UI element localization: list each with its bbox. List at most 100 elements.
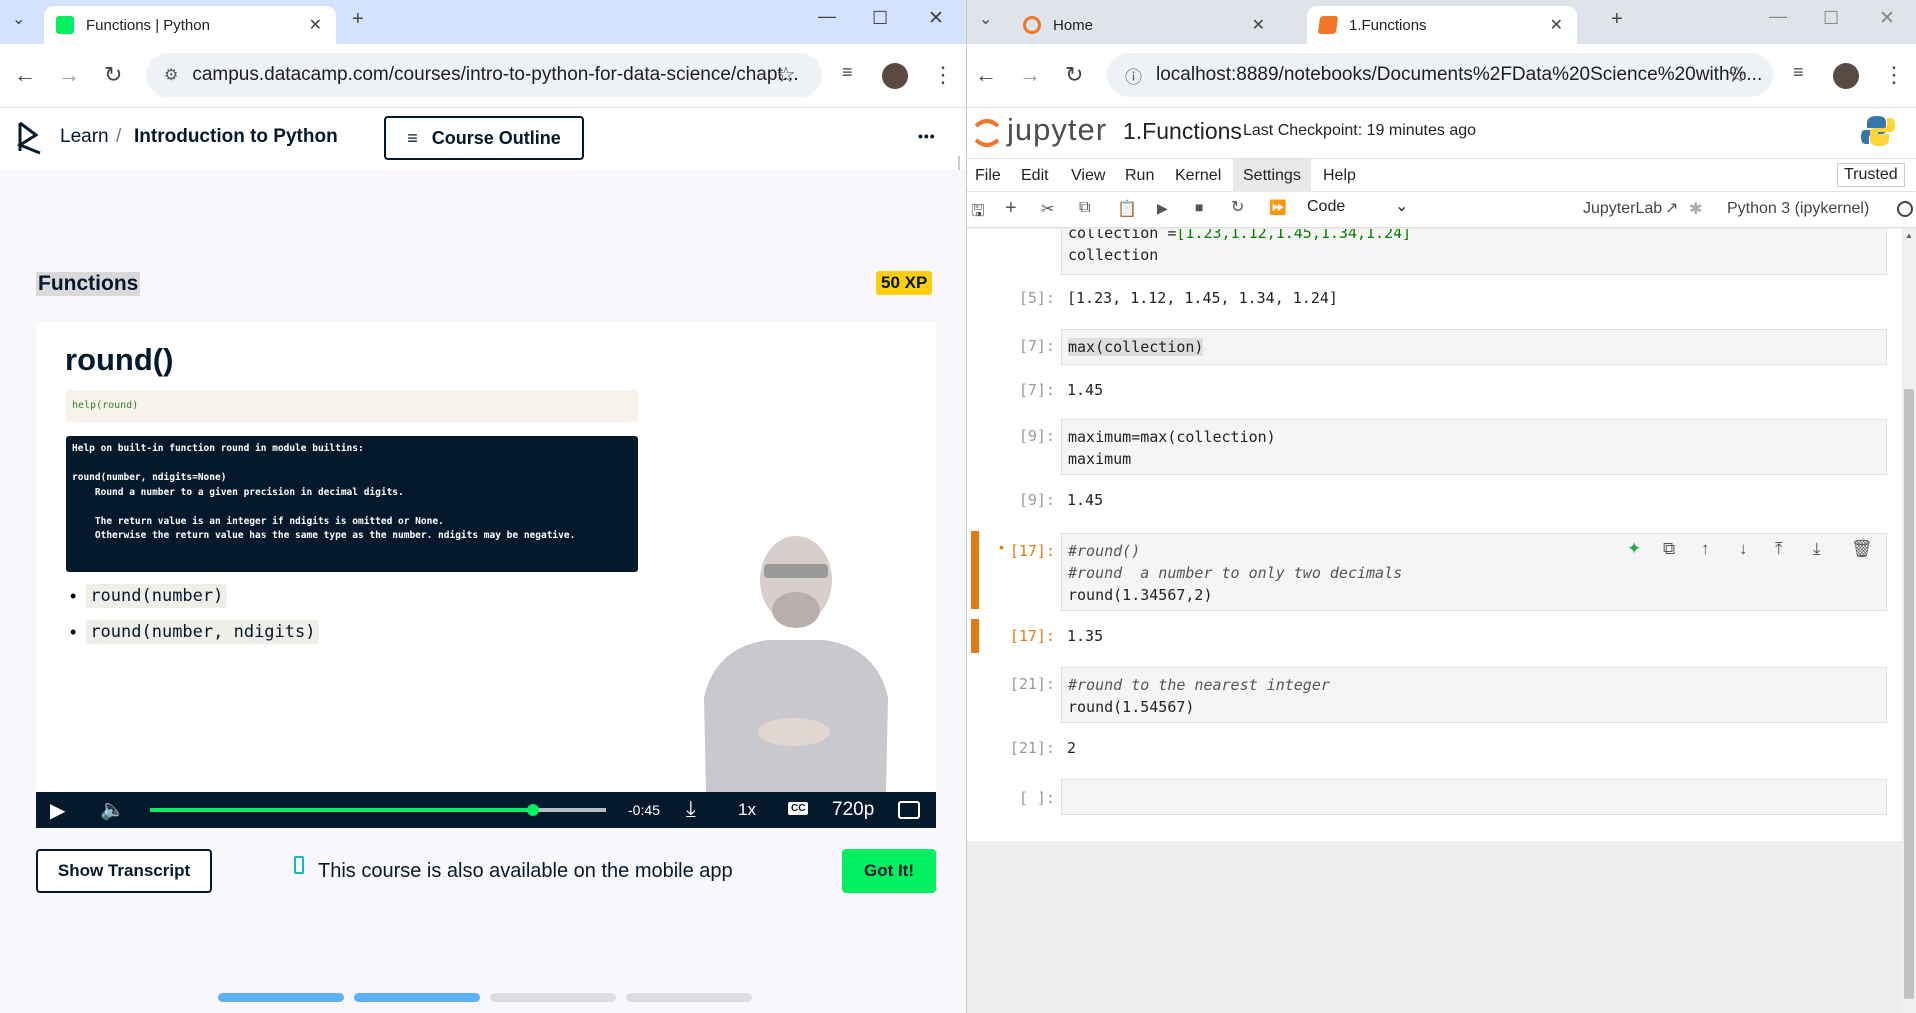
menu-view[interactable]: View bbox=[1071, 167, 1105, 185]
move-up-icon[interactable]: ↑ bbox=[1701, 539, 1710, 559]
site-info-icon[interactable]: ⚙ bbox=[164, 65, 178, 85]
code-cell-input[interactable]: maximum=max(collection) maximum bbox=[1061, 419, 1887, 475]
bookmark-star-icon[interactable]: ☆ bbox=[776, 62, 796, 88]
back-icon[interactable]: ← bbox=[975, 62, 997, 88]
close-tab-icon[interactable]: ✕ bbox=[309, 15, 322, 35]
scroll-up-arrow-icon[interactable]: ▲ bbox=[1905, 231, 1913, 240]
slide-progress-segment[interactable] bbox=[354, 993, 480, 1002]
learn-link[interactable]: Learn bbox=[60, 126, 109, 148]
duplicate-cell-icon[interactable]: ⧉ bbox=[1663, 539, 1675, 559]
browser-menu-icon[interactable]: ⋮ bbox=[932, 62, 954, 88]
maximize-icon[interactable]: ☐ bbox=[872, 8, 888, 29]
slide-progress-segment[interactable] bbox=[626, 993, 752, 1002]
slide-progress-segment[interactable] bbox=[218, 993, 344, 1002]
media-control-icon[interactable]: ≡ bbox=[842, 62, 853, 83]
course-outline-button[interactable]: ≡ Course Outline bbox=[384, 116, 584, 160]
insert-above-icon[interactable]: ⤒ bbox=[1775, 539, 1783, 559]
save-icon[interactable]: 🖫 bbox=[971, 200, 985, 227]
code-cell-input[interactable]: max(collection) bbox=[1061, 329, 1887, 365]
empty-code-cell[interactable] bbox=[1061, 779, 1887, 815]
close-tab-icon[interactable]: ✕ bbox=[1252, 15, 1265, 35]
restart-run-all-icon[interactable]: ⏩ bbox=[1269, 199, 1286, 216]
profile-avatar[interactable] bbox=[1833, 63, 1859, 89]
move-down-icon[interactable]: ↓ bbox=[1739, 539, 1748, 559]
menu-edit[interactable]: Edit bbox=[1021, 167, 1049, 185]
play-icon[interactable]: ▶ bbox=[50, 798, 65, 823]
video-scrubber-handle[interactable] bbox=[527, 804, 540, 816]
volume-icon[interactable]: 🔈 bbox=[100, 797, 125, 822]
datacamp-logo-icon[interactable] bbox=[16, 119, 46, 155]
debugger-icon[interactable]: ✱ bbox=[1689, 199, 1702, 219]
show-transcript-button[interactable]: Show Transcript bbox=[36, 849, 212, 893]
tab-strip: ⌄ Functions | Python ✕ + — ☐ ✕ bbox=[0, 0, 966, 44]
scroll-thumb[interactable] bbox=[1904, 389, 1914, 999]
forward-icon[interactable]: → bbox=[58, 62, 80, 88]
insert-cell-icon[interactable]: + bbox=[1005, 197, 1017, 220]
playback-speed[interactable]: 1x bbox=[738, 800, 756, 820]
close-window-icon[interactable]: ✕ bbox=[1879, 7, 1895, 30]
forward-icon[interactable]: → bbox=[1019, 62, 1041, 88]
media-control-icon[interactable]: ≡ bbox=[1793, 62, 1804, 83]
fullscreen-icon[interactable] bbox=[898, 801, 920, 819]
slide-progress-segment[interactable] bbox=[490, 993, 616, 1002]
jupyterlab-link[interactable]: JupyterLab bbox=[1583, 200, 1662, 218]
stop-icon[interactable]: ■ bbox=[1195, 199, 1203, 215]
menu-help[interactable]: Help bbox=[1323, 167, 1356, 185]
minimize-icon[interactable]: — bbox=[818, 6, 836, 27]
new-tab-icon[interactable]: + bbox=[352, 8, 364, 31]
back-icon[interactable]: ← bbox=[14, 62, 36, 88]
video-slide[interactable]: round() help(round) Help on built-in fun… bbox=[36, 322, 936, 792]
delete-cell-icon[interactable]: 🗑 bbox=[1851, 539, 1873, 559]
menu-settings[interactable]: Settings bbox=[1233, 159, 1311, 192]
browser-menu-icon[interactable]: ⋮ bbox=[1883, 62, 1905, 88]
notebook-name[interactable]: 1.Functions bbox=[1123, 118, 1242, 145]
menu-kernel[interactable]: Kernel bbox=[1175, 167, 1221, 185]
notebook-toolbar: 🖫 + ✂ ⧉ 📋 ▶ ■ ↻ ⏩ Code ⌄ JupyterLab ↗ ✱ … bbox=[967, 192, 1916, 228]
course-title[interactable]: Introduction to Python bbox=[134, 126, 338, 148]
code-cell-input[interactable]: #round to the nearest integer round(1.54… bbox=[1061, 667, 1887, 723]
bookmark-star-icon[interactable]: ☆ bbox=[1727, 62, 1747, 88]
video-progress-track[interactable] bbox=[150, 804, 606, 816]
external-link-icon[interactable]: ↗ bbox=[1665, 198, 1678, 218]
more-options-icon[interactable]: ••• bbox=[918, 128, 936, 144]
jupyter-logo-text[interactable]: jupyter bbox=[1007, 112, 1107, 148]
tab-search-icon[interactable]: ⌄ bbox=[979, 9, 992, 29]
code-cell-input[interactable]: collection =[1.23,1.12,1.45,1.34,1.24] c… bbox=[1061, 229, 1887, 275]
url-bar[interactable]: ⚙ campus.datacamp.com/courses/intro-to-p… bbox=[146, 53, 822, 97]
url-bar[interactable]: ⓘ localhost:8889/notebooks/Documents%2FD… bbox=[1107, 53, 1773, 97]
copy-icon[interactable]: ⧉ bbox=[1079, 199, 1090, 217]
reload-icon[interactable]: ↻ bbox=[104, 62, 122, 88]
cell-type-select[interactable]: Code ⌄ bbox=[1307, 198, 1408, 222]
new-tab-icon[interactable]: + bbox=[1611, 8, 1623, 31]
reload-icon[interactable]: ↻ bbox=[1065, 62, 1083, 88]
menu-file[interactable]: File bbox=[975, 167, 1001, 185]
paste-icon[interactable]: 📋 bbox=[1117, 199, 1137, 219]
site-info-icon[interactable]: ⓘ bbox=[1125, 63, 1142, 88]
captions-button[interactable]: CC bbox=[788, 802, 809, 815]
quality-selector[interactable]: 720p bbox=[832, 799, 874, 821]
tab-1-functions[interactable]: 1.Functions ✕ bbox=[1307, 6, 1577, 44]
run-icon[interactable]: ▶ bbox=[1157, 200, 1168, 217]
trusted-indicator[interactable]: Trusted bbox=[1837, 163, 1905, 187]
tab-functions-python[interactable]: Functions | Python ✕ bbox=[44, 6, 336, 44]
insert-below-icon[interactable]: ⤓ bbox=[1813, 539, 1821, 559]
download-icon[interactable]: ⤓ bbox=[686, 796, 696, 822]
tab-home[interactable]: Home ✕ bbox=[1011, 6, 1279, 44]
tab-search-icon[interactable]: ⌄ bbox=[12, 9, 25, 29]
tab-title: Functions | Python bbox=[86, 16, 210, 34]
got-it-button[interactable]: Got It! bbox=[842, 849, 936, 893]
jupyter-logo-icon[interactable] bbox=[973, 112, 1001, 152]
cut-icon[interactable]: ✂ bbox=[1041, 199, 1054, 219]
profile-avatar[interactable] bbox=[882, 63, 908, 89]
minimize-icon[interactable]: — bbox=[1769, 6, 1787, 27]
notebook-scrollbar[interactable]: ▲ bbox=[1902, 229, 1916, 1013]
code-cell-input[interactable]: #round() #round a number to only two dec… bbox=[1061, 533, 1887, 611]
close-tab-icon[interactable]: ✕ bbox=[1550, 15, 1563, 35]
menu-run[interactable]: Run bbox=[1125, 167, 1154, 185]
instructor-video-image bbox=[704, 536, 888, 792]
restart-icon[interactable]: ↻ bbox=[1231, 197, 1244, 217]
close-window-icon[interactable]: ✕ bbox=[928, 7, 944, 30]
maximize-icon[interactable]: ☐ bbox=[1823, 8, 1839, 29]
ai-sparkle-icon[interactable]: ✦ bbox=[1627, 539, 1641, 559]
kernel-name[interactable]: Python 3 (ipykernel) bbox=[1727, 200, 1869, 218]
